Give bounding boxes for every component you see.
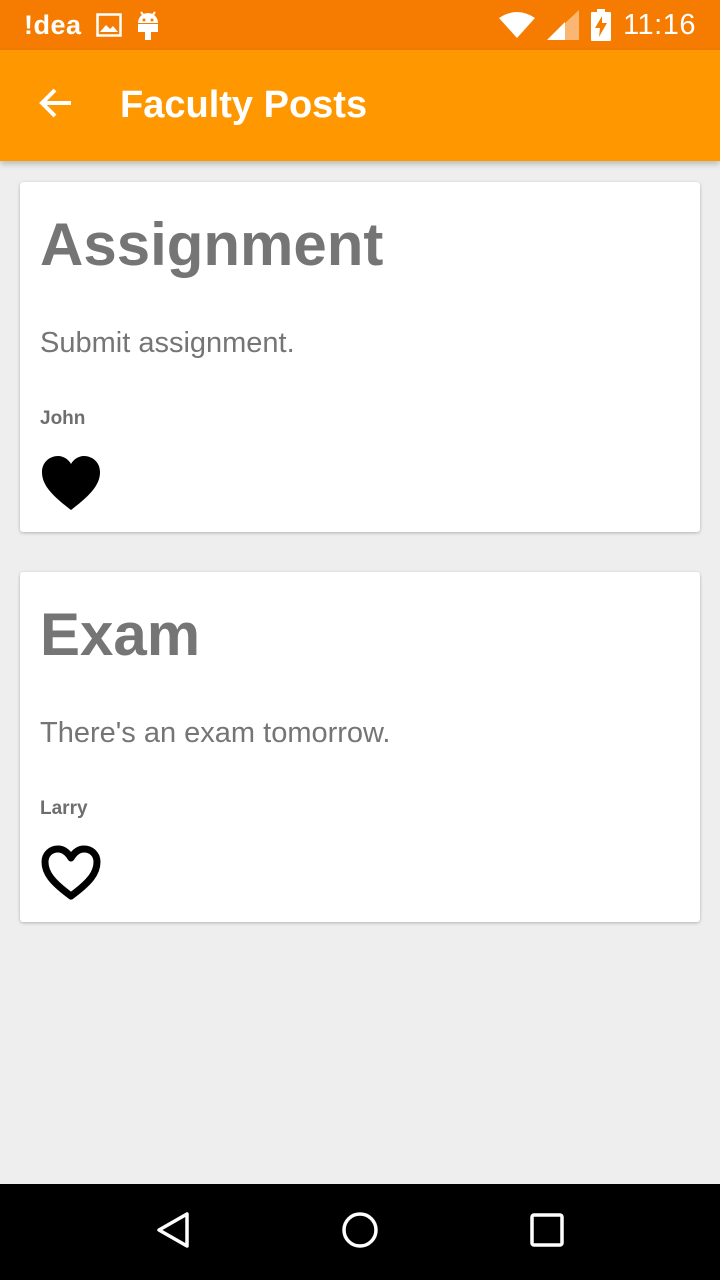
post-card[interactable]: Assignment Submit assignment. John	[20, 182, 700, 532]
nav-back-button[interactable]	[133, 1192, 213, 1272]
system-nav-bar	[0, 1184, 720, 1280]
like-button[interactable]	[40, 454, 102, 512]
page-title: Faculty Posts	[120, 84, 368, 126]
nav-home-button[interactable]	[320, 1192, 400, 1272]
android-icon	[136, 9, 160, 41]
post-author: John	[40, 408, 86, 429]
post-body: Submit assignment.	[40, 327, 295, 359]
heart-outline-icon	[40, 845, 102, 906]
back-button[interactable]	[24, 74, 88, 138]
post-title: Assignment	[40, 211, 384, 278]
wifi-icon	[499, 12, 536, 38]
carrier-label: !dea	[24, 9, 82, 40]
recents-square-icon	[527, 1210, 567, 1255]
status-bar: !dea 11:16	[0, 0, 720, 50]
clock: 11:16	[623, 8, 696, 41]
posts-list: Assignment Submit assignment. John Exam …	[0, 161, 720, 1184]
post-body: There's an exam tomorrow.	[40, 717, 391, 749]
arrow-back-icon	[39, 88, 73, 123]
signal-icon	[547, 10, 580, 40]
app-bar: Faculty Posts	[0, 50, 720, 161]
heart-filled-icon	[40, 456, 102, 516]
nav-recents-button[interactable]	[507, 1192, 587, 1272]
back-triangle-icon	[153, 1210, 193, 1255]
post-title: Exam	[40, 601, 201, 668]
like-button[interactable]	[40, 844, 102, 902]
battery-charging-icon	[591, 9, 612, 41]
post-card[interactable]: Exam There's an exam tomorrow. Larry	[20, 572, 700, 922]
image-icon	[95, 13, 122, 37]
home-circle-icon	[340, 1210, 380, 1255]
post-author: Larry	[40, 798, 88, 819]
